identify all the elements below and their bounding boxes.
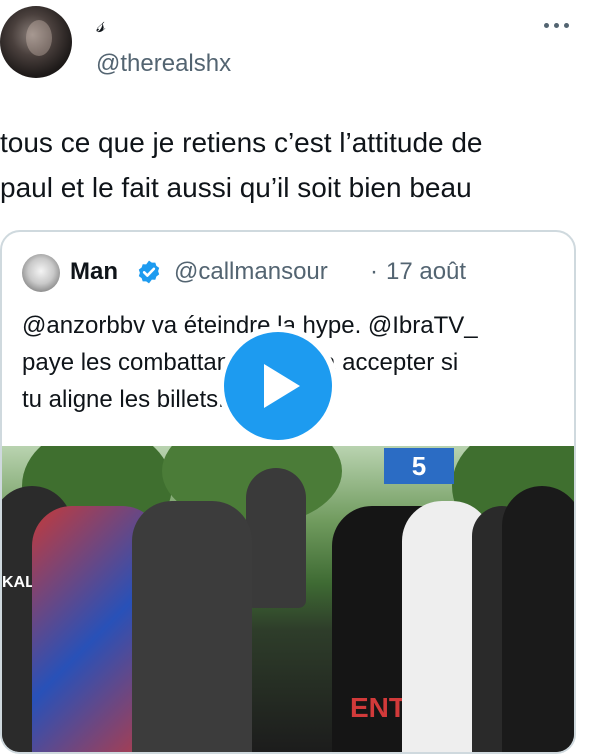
play-video-button[interactable] — [218, 326, 338, 446]
person-figure — [132, 501, 252, 752]
verified-badge-icon — [138, 260, 160, 284]
author-avatar[interactable] — [0, 6, 72, 78]
person-figure — [246, 468, 306, 608]
tweet-text: tous ce que je retiens c’est l’attitude … — [0, 127, 483, 203]
author-handle[interactable]: @therealshx — [96, 50, 231, 78]
quoted-tweet[interactable]: Man @callmansour · 17 août @anzorbbv va … — [0, 230, 576, 754]
video-thumbnail[interactable]: 5 KALOS ENT — [2, 446, 574, 752]
shirt-text: ENT — [350, 692, 406, 723]
quoted-author-name[interactable]: Man — [70, 258, 118, 286]
court-sign: 5 — [384, 448, 454, 484]
quoted-author-handle[interactable]: @callmansour — [174, 258, 328, 286]
separator-dot: · — [370, 258, 378, 285]
more-horizontal-icon — [563, 22, 569, 28]
play-icon — [264, 364, 300, 408]
more-options-button[interactable] — [538, 10, 574, 40]
quoted-tweet-date[interactable]: 17 août — [386, 258, 466, 286]
more-horizontal-icon — [543, 22, 549, 28]
author-display-name[interactable]: 𝓈 — [96, 10, 105, 38]
more-horizontal-icon — [553, 22, 559, 28]
quoted-author-avatar[interactable] — [22, 254, 60, 292]
person-figure — [502, 486, 574, 752]
